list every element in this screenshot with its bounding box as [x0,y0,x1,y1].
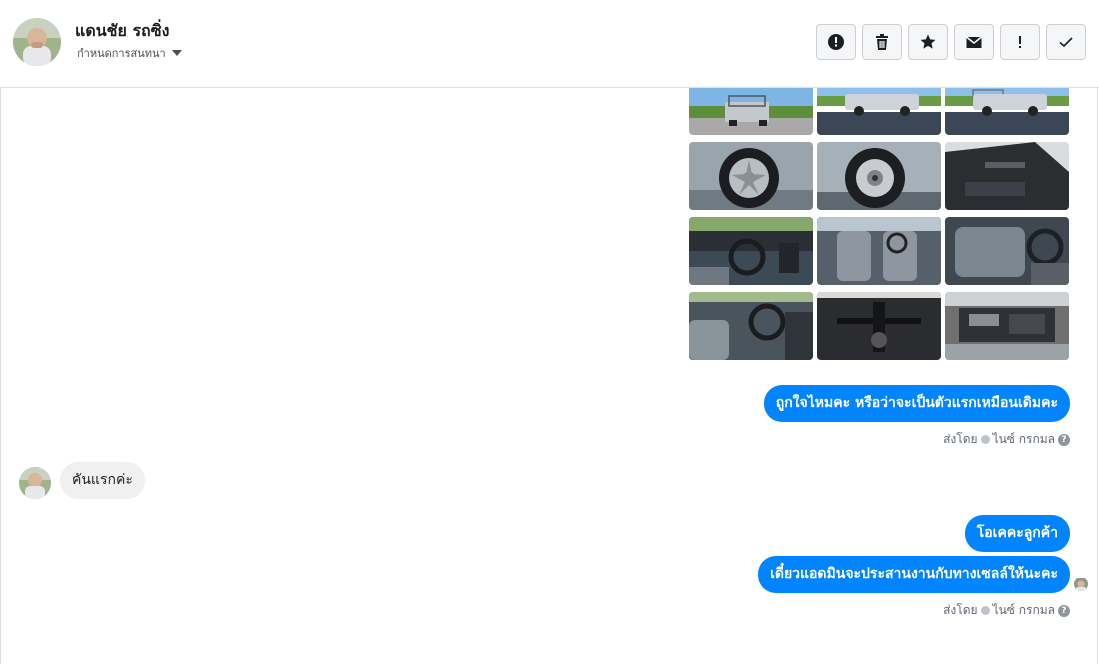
steel-wheel-photo[interactable] [817,142,941,210]
trash-icon [876,34,888,50]
sent-by-info: ส่งโดย ไนซ์ กรกมล ? [943,601,1070,620]
outgoing-message[interactable]: ถูกใจไหมคะ หรือว่าจะเป็นตัวแรกเหมือนเดิม… [763,385,1070,422]
seen-avatar [1074,577,1088,591]
admin-avatar-icon [980,435,990,444]
assign-label: กำหนดการสนทนา [77,47,166,60]
truck-side-view-photo[interactable] [817,84,941,135]
incoming-message[interactable]: คันแรกค่ะ [60,462,145,499]
help-icon[interactable]: ? [1058,433,1070,446]
caret-down-icon [171,50,182,56]
help-icon[interactable]: ? [1058,604,1070,617]
door-interior-photo[interactable] [945,142,1069,210]
delete-button[interactable] [862,24,902,60]
steering-wheel-photo[interactable] [689,292,813,360]
contact-avatar[interactable] [13,18,61,66]
photo-grid [689,84,1069,360]
sender-name[interactable]: ไนซ์ กรกมล [993,430,1055,449]
check-icon [1059,37,1073,48]
mark-spam-button[interactable] [816,24,856,60]
contact-name: แดนชัย รถซิ่ง [75,21,170,40]
dashboard-photo[interactable] [689,217,813,285]
admin-avatar-icon [980,606,990,615]
outgoing-message[interactable]: เดี๋ยวแอดมินจะประสานงานกับทางเซลล์ให้นะค… [758,556,1070,593]
mark-done-button[interactable] [1046,24,1086,60]
conversation-header: แดนชัย รถซิ่ง กำหนดการสนทนา [0,0,1099,88]
sent-by-label: ส่งโดย [943,432,978,446]
undercarriage-photo[interactable] [817,292,941,360]
contact-avatar-small [19,467,51,499]
envelope-icon [966,36,982,48]
assign-conversation-dropdown[interactable]: กำหนดการสนทนา [77,44,182,62]
sent-by-label: ส่งโดย [943,603,978,617]
exclamation-icon [1019,36,1021,48]
truck-side-view-photo[interactable] [945,84,1069,135]
alloy-wheel-photo[interactable] [689,142,813,210]
alert-circle-icon [828,34,844,50]
front-seats-photo[interactable] [817,217,941,285]
follow-up-button[interactable] [1000,24,1040,60]
engine-bay-photo[interactable] [945,292,1069,360]
sender-name[interactable]: ไนซ์ กรกมล [993,601,1055,620]
star-icon [920,34,936,49]
truck-rear-view-photo[interactable] [689,84,813,135]
header-actions [816,24,1086,60]
sent-by-info: ส่งโดย ไนซ์ กรกมล ? [943,430,1070,449]
mark-unread-button[interactable] [954,24,994,60]
rear-seats-photo[interactable] [945,217,1069,285]
star-button[interactable] [908,24,948,60]
outgoing-message[interactable]: โอเคคะลูกค้า [964,515,1070,552]
